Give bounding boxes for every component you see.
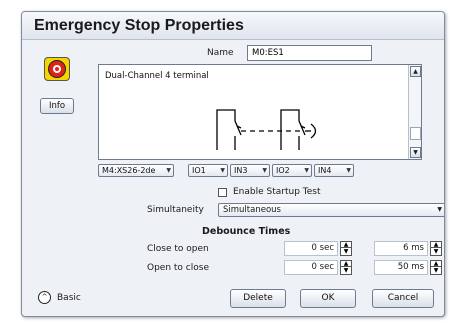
enable-startup-test-label: Enable Startup Test <box>233 187 321 197</box>
estop-button-core <box>53 65 61 73</box>
close-to-open-label: Close to open <box>147 244 209 254</box>
info-button[interactable]: Info <box>40 98 74 114</box>
name-input[interactable] <box>247 45 372 61</box>
basic-label: Basic <box>57 293 81 303</box>
chevron-down-icon: ▼ <box>262 167 267 174</box>
terminal-select-in3[interactable]: IN3 ▼ <box>230 164 270 177</box>
chevron-down-icon: ▼ <box>304 167 309 174</box>
terminal-value: IO2 <box>276 166 290 175</box>
simultaneity-value: Simultaneous <box>223 205 281 215</box>
chevron-up-icon: ^ <box>38 291 51 304</box>
scroll-down-button[interactable]: ▼ <box>410 147 421 158</box>
terminal-module-value: M4:XS26-2de <box>102 166 156 175</box>
terminal-value: IN3 <box>234 166 248 175</box>
close-to-open-ms-field[interactable]: 6 ms <box>374 241 428 256</box>
open-to-close-sec-field[interactable]: 0 sec <box>284 260 338 275</box>
terminal-value: IN4 <box>318 166 332 175</box>
channel-2-wire <box>280 109 300 150</box>
terminal-select-io2[interactable]: IO2 ▼ <box>272 164 312 177</box>
delete-button[interactable]: Delete <box>230 289 286 308</box>
terminal-module-select[interactable]: M4:XS26-2de ▼ <box>98 164 174 177</box>
terminal-select-in4[interactable]: IN4 ▼ <box>314 164 354 177</box>
spinner-down-icon[interactable]: ▼ <box>431 249 441 255</box>
description-scrollbar[interactable]: ▲ ▼ <box>408 65 421 159</box>
chevron-down-icon: ▼ <box>346 167 351 174</box>
emergency-stop-properties-dialog: Emergency Stop Properties Name Info Dual… <box>21 11 445 317</box>
open-to-close-ms-field[interactable]: 50 ms <box>374 260 428 275</box>
enable-startup-test-checkbox[interactable] <box>218 188 227 197</box>
channel-1-wire <box>216 109 236 150</box>
debounce-times-heading: Debounce Times <box>202 226 291 237</box>
scroll-up-button[interactable]: ▲ <box>410 66 421 77</box>
scroll-thumb[interactable] <box>410 127 421 140</box>
open-to-close-ms-spinner[interactable]: ▲ ▼ <box>430 260 442 275</box>
cancel-button[interactable]: Cancel <box>372 289 434 308</box>
spinner-down-icon[interactable]: ▼ <box>341 249 351 255</box>
terminal-value: IO1 <box>192 166 206 175</box>
open-to-close-sec-spinner[interactable]: ▲ ▼ <box>340 260 352 275</box>
description-panel: Dual-Channel 4 terminal ▲ ▼ <box>98 64 422 160</box>
terminal-select-io1[interactable]: IO1 ▼ <box>188 164 228 177</box>
chevron-down-icon: ▼ <box>166 167 171 174</box>
spinner-down-icon[interactable]: ▼ <box>341 268 351 274</box>
simultaneity-label: Simultaneity <box>147 205 204 215</box>
chevron-down-icon: ▼ <box>437 206 442 213</box>
dual-channel-schematic <box>216 109 317 150</box>
emergency-stop-icon <box>44 57 70 81</box>
chevron-down-icon: ▼ <box>220 167 225 174</box>
simultaneity-select[interactable]: Simultaneous ▼ <box>218 203 444 217</box>
spinner-down-icon[interactable]: ▼ <box>431 268 441 274</box>
name-label: Name <box>207 48 234 58</box>
ok-button[interactable]: OK <box>300 289 356 308</box>
close-to-open-sec-field[interactable]: 0 sec <box>284 241 338 256</box>
actuator-head <box>310 123 317 139</box>
dialog-title: Emergency Stop Properties <box>34 17 244 34</box>
open-to-close-label: Open to close <box>147 263 209 273</box>
estop-button-ring <box>48 60 66 78</box>
close-to-open-sec-spinner[interactable]: ▲ ▼ <box>340 241 352 256</box>
device-description: Dual-Channel 4 terminal <box>105 71 209 81</box>
dialog-titlebar[interactable]: Emergency Stop Properties <box>22 12 444 40</box>
close-to-open-ms-spinner[interactable]: ▲ ▼ <box>430 241 442 256</box>
